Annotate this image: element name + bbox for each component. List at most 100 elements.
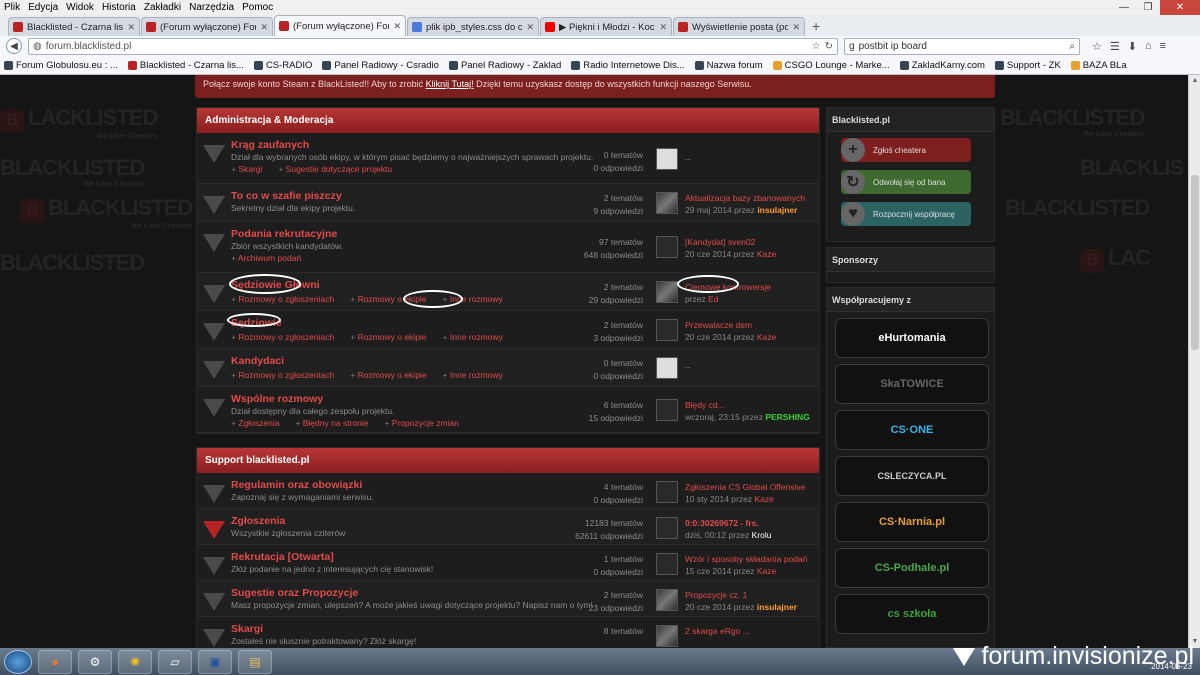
user-link[interactable]: PERSHING (765, 412, 809, 422)
last-post-link[interactable]: Ciemowe kontrowersje (685, 282, 771, 292)
subforum-link[interactable]: Rozmowy o ekipie (350, 370, 427, 380)
partner-cspodhale[interactable]: CS-Podhale.pl (835, 548, 989, 588)
steam-taskbar-icon[interactable]: ⚙ (78, 649, 112, 674)
forum-title-link[interactable]: Sędziowie Główni (231, 279, 320, 291)
forum-title-link[interactable]: Sugestie oraz Propozycje (231, 587, 358, 599)
forum-title-link[interactable]: Zgłoszenia (231, 515, 285, 527)
close-tab-icon[interactable]: ✕ (260, 22, 268, 33)
browser-tab[interactable]: (Forum wyłączone) Forum ...✕ (141, 17, 273, 36)
subforum-link[interactable]: Propozycje zmian (384, 418, 459, 428)
bookmark-item[interactable]: Blacklisted - Czarna lis... (127, 60, 244, 71)
last-post-link[interactable]: Wzór i sposoby składania podań (685, 554, 807, 564)
bookmarks-list-icon[interactable]: ☰ (1110, 40, 1120, 53)
appeal-ban-button[interactable]: ↻ Odwołaj się od bana (841, 170, 971, 194)
last-post-link[interactable]: Przewalacze dem (685, 320, 752, 330)
last-post-link[interactable]: Zgłoszenia CS Global Offensive (685, 482, 805, 492)
user-link[interactable]: insulajner (757, 205, 797, 215)
bookmark-star-icon[interactable]: ☆ (812, 41, 821, 52)
user-link[interactable]: Krolu (752, 530, 772, 540)
subforum-link[interactable]: Rozmowy o ekipie (350, 294, 427, 304)
notes-taskbar-icon[interactable]: ▱ (158, 649, 192, 674)
subforum-link[interactable]: Błędny na stronie (295, 418, 369, 428)
menu-plik[interactable]: Plik (4, 2, 20, 13)
close-tab-icon[interactable]: ✕ (393, 21, 401, 32)
paint-taskbar-icon[interactable]: ✺ (118, 649, 152, 674)
home-icon[interactable]: ⌂ (1145, 40, 1152, 53)
vertical-scrollbar[interactable]: ▲ ▼ (1188, 75, 1200, 648)
close-tab-icon[interactable]: ✕ (792, 22, 800, 33)
forum-title-link[interactable]: Sędziowie (231, 317, 282, 329)
subforum-link[interactable]: Rozmowy o zgłoszeniach (231, 332, 334, 342)
browser-tab[interactable]: ▶ Piękni i Młodzi - Kocha...✕ (540, 17, 672, 36)
user-link[interactable]: Kaze (757, 332, 776, 342)
star-icon[interactable]: ☆ (1092, 40, 1102, 53)
subforum-link[interactable]: Sugestie dotyczące projektu (278, 164, 392, 174)
close-window-button[interactable]: ✕ (1160, 0, 1200, 15)
forum-title-link[interactable]: Skargi (231, 623, 263, 635)
forum-title-link[interactable]: To co w szafie piszczy (231, 190, 342, 202)
bookmark-item[interactable]: Forum Globulosu.eu : ... (4, 60, 118, 71)
user-link[interactable]: Kaze (757, 566, 776, 576)
forum-title-link[interactable]: Rekrutacja [Otwarta] (231, 551, 334, 563)
subforum-link[interactable]: Rozmowy o zgłoszeniach (231, 370, 334, 380)
partner-csleczyca[interactable]: CSLECZYCA.PL (835, 456, 989, 496)
last-post-link[interactable]: 0:0:30269672 - frs. (685, 518, 759, 528)
partner-csone[interactable]: CS·ONE (835, 410, 989, 450)
user-link[interactable]: Ed (708, 294, 718, 304)
browser-tab[interactable]: Blacklisted - Czarna lista ch...✕ (8, 17, 140, 36)
menu-widok[interactable]: Widok (66, 2, 94, 13)
menu-zakladki[interactable]: Zakładki (144, 2, 181, 13)
subforum-link[interactable]: Inne rozmowy (443, 370, 503, 380)
last-post-link[interactable]: 2 skarga eRgo ... (685, 626, 750, 636)
subforum-link[interactable]: Rozmowy o zgłoszeniach (231, 294, 334, 304)
subforum-link[interactable]: Archiwum podań (231, 253, 301, 263)
scroll-thumb[interactable] (1191, 175, 1199, 350)
subforum-link[interactable]: Rozmowy o ekipie (350, 332, 427, 342)
bookmark-item[interactable]: BAZA BLa (1070, 60, 1127, 71)
subforum-link[interactable]: Inne rozmowy (443, 294, 503, 304)
magnifier-icon[interactable]: ⌕ (1069, 41, 1075, 52)
close-tab-icon[interactable]: ✕ (659, 22, 667, 33)
category-header[interactable]: Administracja & Moderacja (197, 108, 819, 133)
subforum-link[interactable]: Skargi (231, 164, 262, 174)
start-button[interactable] (4, 649, 32, 674)
maximize-button[interactable]: ❐ (1136, 0, 1160, 15)
menu-narzedzia[interactable]: Narzędzia (189, 2, 234, 13)
menu-icon[interactable]: ≡ (1160, 40, 1166, 53)
user-link[interactable]: Kaze (754, 494, 773, 504)
last-post-link[interactable]: Błędy cd... (685, 400, 725, 410)
address-bar[interactable]: ◍ forum.blacklisted.pl ☆ ↻ (28, 37, 838, 55)
bookmark-item[interactable]: Panel Radiowy - Csradio (322, 60, 439, 71)
scroll-up-icon[interactable]: ▲ (1189, 75, 1200, 87)
forum-title-link[interactable]: Krąg zaufanych (231, 139, 309, 151)
user-link[interactable]: Kaze (757, 249, 776, 259)
browser-tab-active[interactable]: (Forum wyłączone) Forum ...✕ (274, 15, 406, 36)
user-link[interactable]: insulajner (757, 602, 797, 612)
last-post-link[interactable]: [Kandydat] sven02 (685, 237, 755, 247)
menu-historia[interactable]: Historia (102, 2, 136, 13)
bookmark-item[interactable]: ZakladKarny.com (899, 60, 985, 71)
menu-edycja[interactable]: Edycja (28, 2, 58, 13)
bookmark-item[interactable]: Support - ZK (994, 60, 1061, 71)
menu-pomoc[interactable]: Pomoc (242, 2, 273, 13)
bookmark-item[interactable]: CS-RADIO (253, 60, 312, 71)
close-tab-icon[interactable]: ✕ (526, 22, 534, 33)
close-tab-icon[interactable]: ✕ (127, 22, 135, 33)
bookmark-item[interactable]: CSGO Lounge - Marke... (772, 60, 890, 71)
save-taskbar-icon[interactable]: ▣ (198, 649, 232, 674)
bookmark-item[interactable]: Nazwa forum (694, 60, 763, 71)
browser-tab[interactable]: Wyświetlenie posta (postbi...✕ (673, 17, 805, 36)
steam-connect-link[interactable]: Kliknij Tutaj! (426, 79, 474, 89)
partner-ehurtomania[interactable]: eHurtomania (835, 318, 989, 358)
partner-skatowice[interactable]: SkaTOWICE (835, 364, 989, 404)
minimize-button[interactable]: — (1112, 0, 1136, 15)
subforum-link[interactable]: Zgłoszenia (231, 418, 279, 428)
reload-icon[interactable]: ↻ (825, 41, 833, 52)
forum-title-link[interactable]: Podania rekrutacyjne (231, 228, 337, 240)
start-cooperation-button[interactable]: ♥ Rozpocznij współpracę (841, 202, 971, 226)
search-box[interactable]: g postbit ip board ⌕ (844, 37, 1080, 55)
new-tab-button[interactable]: + (806, 18, 826, 34)
partner-csszkola[interactable]: cs szkoła (835, 594, 989, 634)
last-post-link[interactable]: Aktualizacja bazy zbanowanych (685, 193, 805, 203)
explorer-taskbar-icon[interactable]: ▤ (238, 649, 272, 674)
